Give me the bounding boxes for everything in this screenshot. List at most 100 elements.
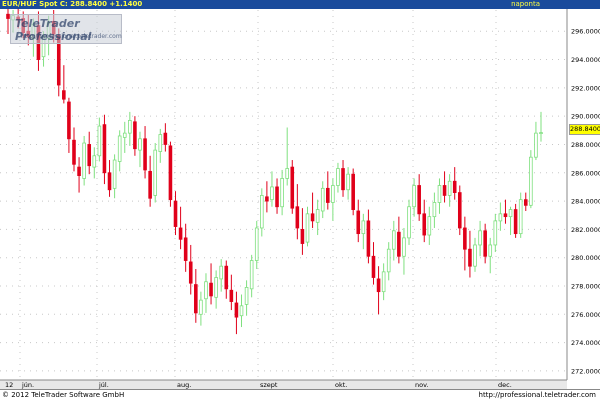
x-tick-label: jún.	[21, 381, 34, 389]
candle-body-down	[452, 180, 457, 193]
candle-body-up	[437, 185, 442, 203]
candle-body-down	[483, 230, 487, 257]
last-price-tag: 288.8400	[569, 124, 600, 135]
timeframe-label[interactable]: naponta	[511, 0, 540, 9]
candle-body-up	[534, 132, 538, 158]
y-tick-label: 278.0000	[571, 283, 600, 291]
candle-body-up	[82, 142, 86, 179]
candle-body-down	[351, 173, 355, 210]
candle-body-down	[168, 145, 173, 201]
candle-body-up	[214, 277, 218, 298]
candle-body-up	[153, 149, 158, 196]
candle-body-up	[92, 155, 97, 168]
candle-body-down	[72, 139, 76, 165]
candle-body-up	[473, 244, 477, 267]
y-tick-label: 282.0000	[571, 226, 600, 234]
y-tick-label: 294.0000	[571, 56, 600, 64]
candle-body-up	[219, 265, 223, 280]
footer-url[interactable]: http://professional.teletrader.com	[479, 390, 596, 401]
candle-body-up	[97, 125, 102, 157]
candle-body-down	[178, 227, 183, 240]
candle-body-down	[62, 90, 66, 100]
candle	[351, 168, 355, 216]
candle-body-down	[310, 213, 315, 222]
candle	[457, 185, 462, 236]
candle-body-up	[112, 159, 117, 189]
candle-body-down	[513, 209, 518, 235]
candle-body-up	[280, 178, 284, 208]
candle-body-down	[188, 261, 193, 284]
candle-body-up	[508, 209, 513, 218]
candle-body-down	[468, 248, 472, 267]
candle-body-down	[523, 199, 528, 206]
y-tick-label: 280.0000	[571, 254, 600, 262]
candle-body-up	[432, 202, 437, 218]
candle	[82, 135, 86, 186]
y-tick-label: 274.0000	[571, 339, 600, 347]
candle-body-down	[376, 278, 381, 293]
candle-body-down	[209, 282, 213, 297]
candle-body-up	[199, 299, 203, 315]
candle-body-up	[361, 220, 366, 235]
candle-body-up	[381, 271, 386, 293]
candle-body-up	[138, 138, 142, 151]
candle-body-down	[442, 185, 447, 196]
candle-body-up	[239, 305, 244, 317]
candle	[290, 160, 295, 214]
candle-body-down	[371, 255, 376, 278]
candle-body-up	[478, 230, 482, 246]
candle-body-down	[295, 206, 300, 229]
candle-body-down	[143, 138, 147, 171]
candle-body-up	[122, 132, 127, 138]
x-tick-label: aug.	[177, 381, 191, 389]
candle-body-down	[77, 166, 81, 177]
x-tick-label: szept	[260, 381, 278, 389]
candle-body-down	[102, 124, 107, 174]
candle-body-down	[417, 185, 421, 215]
candle	[168, 141, 173, 207]
y-tick-label: 272.0000	[571, 367, 600, 375]
y-tick-label: 284.0000	[571, 198, 600, 206]
candle-body-down	[356, 210, 361, 235]
candle-body-down	[148, 170, 152, 199]
candle-body-up	[386, 248, 391, 273]
y-tick-label: 276.0000	[571, 311, 600, 319]
candle-body-up	[315, 209, 320, 223]
candle-body-up	[117, 135, 122, 162]
candle-body-up	[158, 134, 163, 152]
footer-bar: © 2012 TeleTrader Software GmbH http://p…	[0, 389, 600, 401]
candle-body-up	[518, 199, 523, 235]
plot-background	[0, 9, 600, 380]
y-tick-label: 286.0000	[571, 169, 600, 177]
x-tick-label: okt.	[335, 381, 347, 389]
y-tick-label: 290.0000	[571, 113, 600, 121]
y-tick-label: 288.0000	[571, 141, 600, 149]
candle-body-down	[194, 284, 198, 314]
candle-body-down	[6, 13, 10, 19]
candle-body-down	[366, 220, 371, 257]
candle-body-up	[529, 156, 533, 206]
candle-body-up	[346, 173, 350, 191]
candle	[153, 143, 158, 203]
candle-body-down	[224, 265, 229, 290]
candle-body-up	[447, 180, 452, 196]
candle-body-up	[260, 195, 264, 229]
candle-body-up	[427, 216, 432, 236]
candle	[529, 150, 533, 209]
candle-body-down	[300, 228, 305, 244]
candle-body-up	[539, 132, 543, 134]
candle-body-up	[391, 230, 396, 250]
candle-body-down	[341, 168, 345, 191]
candle-body-up	[244, 287, 249, 305]
candle-body-down	[463, 227, 467, 250]
candle-body-down	[107, 172, 112, 191]
candle-body-down	[229, 289, 234, 302]
candle-body-down	[234, 302, 239, 318]
candle-body-up	[336, 168, 340, 186]
candle-body-up	[493, 220, 498, 246]
candle-body-down	[87, 144, 92, 167]
candle-body-up	[488, 244, 493, 257]
candle-body-up	[331, 185, 335, 203]
logo-url: http://professional.teletrader.com	[21, 33, 122, 40]
candle-body-up	[402, 237, 406, 257]
